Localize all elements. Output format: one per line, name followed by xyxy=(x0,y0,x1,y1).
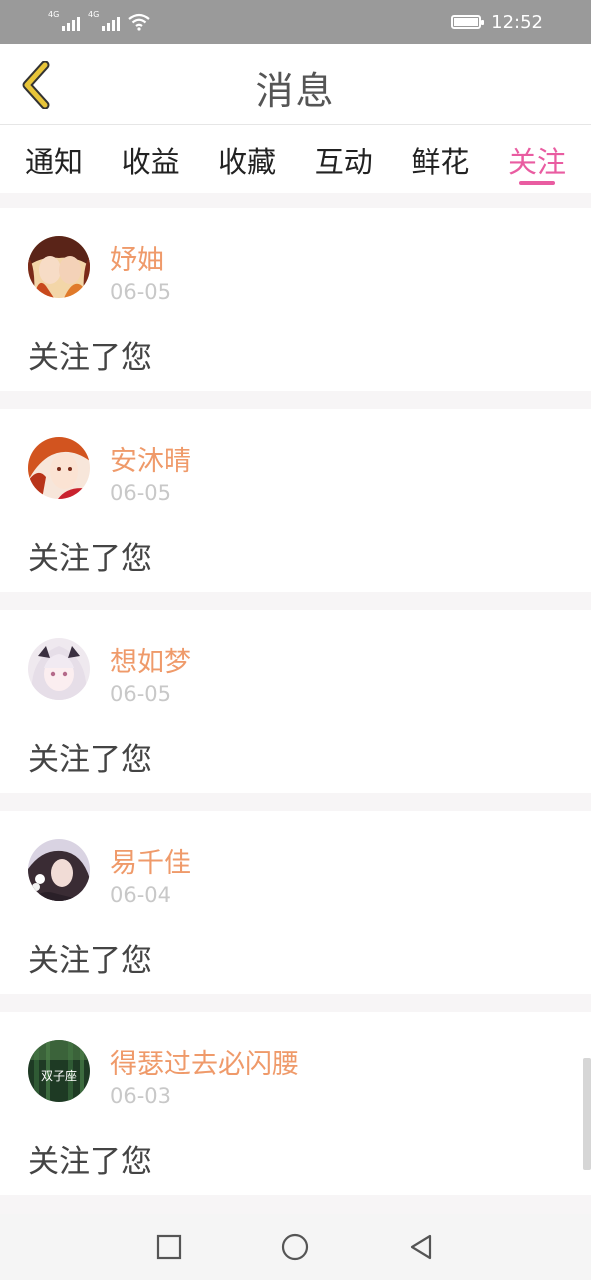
avatar[interactable]: 双子座 xyxy=(28,1040,90,1102)
signal-icon: 4G xyxy=(48,11,80,31)
message-date: 06-04 xyxy=(110,883,172,907)
list-spacer xyxy=(0,592,591,610)
message-date: 06-05 xyxy=(110,481,172,505)
username[interactable]: 想如梦 xyxy=(110,640,191,679)
system-nav-bar xyxy=(0,1214,591,1280)
list-item[interactable]: 双子座 得瑟过去必闪腰 06-03 关注了您 xyxy=(0,1012,591,1195)
tab-favorites[interactable]: 收藏 xyxy=(217,125,277,193)
app-header: 消息 xyxy=(0,44,591,125)
clock: 12:52 xyxy=(491,11,543,33)
status-bar: 4G 4G 12:52 xyxy=(0,0,591,44)
username[interactable]: 妤妯 xyxy=(110,238,164,277)
scrollbar[interactable] xyxy=(583,1058,591,1170)
system-back-button[interactable] xyxy=(406,1232,436,1262)
message-text: 关注了您 xyxy=(28,340,152,376)
tab-earnings[interactable]: 收益 xyxy=(121,125,181,193)
message-list: 妤妯 06-05 关注了您 安沐晴 06-05 关注了您 想如梦 06-05 关… xyxy=(0,193,591,1195)
status-left: 4G 4G xyxy=(48,11,150,31)
page-title: 消息 xyxy=(255,69,336,113)
recent-apps-button[interactable] xyxy=(154,1232,184,1262)
list-spacer xyxy=(0,994,591,1012)
list-item[interactable]: 想如梦 06-05 关注了您 xyxy=(0,610,591,793)
tab-follow[interactable]: 关注 xyxy=(507,125,567,193)
signal-icon: 4G xyxy=(88,11,120,31)
status-right: 12:52 xyxy=(451,12,543,33)
triangle-back-icon xyxy=(410,1234,432,1260)
list-item[interactable]: 安沐晴 06-05 关注了您 xyxy=(0,409,591,592)
username[interactable]: 易千佳 xyxy=(110,841,191,880)
avatar-label: 双子座 xyxy=(41,1068,77,1083)
message-text: 关注了您 xyxy=(28,1144,152,1180)
tab-notice[interactable]: 通知 xyxy=(24,125,84,193)
circle-icon xyxy=(281,1233,309,1261)
avatar[interactable] xyxy=(28,437,90,499)
tab-flowers[interactable]: 鲜花 xyxy=(410,125,470,193)
message-text: 关注了您 xyxy=(28,742,152,778)
tab-active-indicator xyxy=(518,181,555,185)
tab-bar: 通知 收益 收藏 互动 鲜花 关注 xyxy=(0,125,591,193)
username[interactable]: 得瑟过去必闪腰 xyxy=(110,1042,299,1081)
list-item[interactable]: 妤妯 06-05 关注了您 xyxy=(0,208,591,391)
message-text: 关注了您 xyxy=(28,943,152,979)
avatar[interactable] xyxy=(28,236,90,298)
tab-interaction[interactable]: 互动 xyxy=(314,125,374,193)
username[interactable]: 安沐晴 xyxy=(110,439,191,478)
list-item[interactable]: 易千佳 06-04 关注了您 xyxy=(0,811,591,994)
wifi-icon xyxy=(128,13,150,31)
avatar[interactable] xyxy=(28,839,90,901)
list-spacer xyxy=(0,391,591,409)
message-date: 06-05 xyxy=(110,280,172,304)
avatar[interactable] xyxy=(28,638,90,700)
list-spacer xyxy=(0,193,591,208)
square-icon xyxy=(156,1234,182,1260)
list-spacer xyxy=(0,793,591,811)
message-text: 关注了您 xyxy=(28,541,152,577)
message-date: 06-05 xyxy=(110,682,172,706)
battery-icon xyxy=(451,15,485,29)
message-date: 06-03 xyxy=(110,1084,172,1108)
home-button[interactable] xyxy=(280,1232,310,1262)
